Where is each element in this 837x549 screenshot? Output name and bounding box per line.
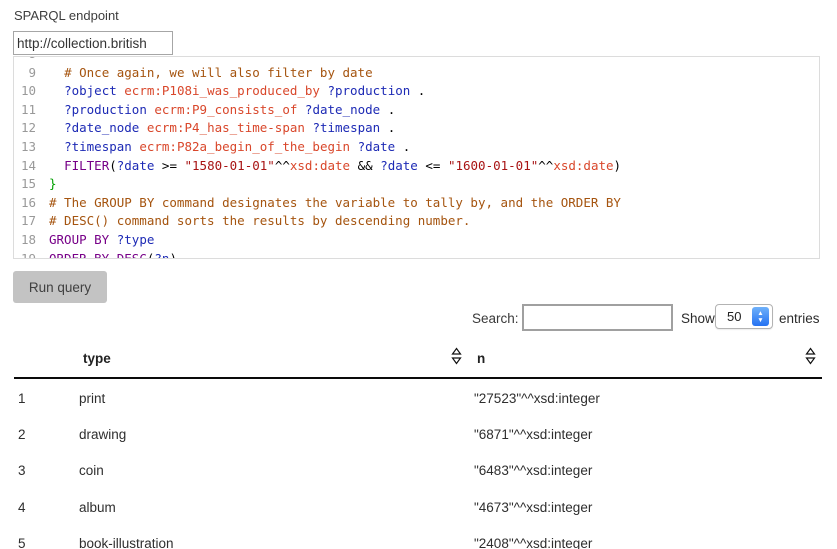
cell-type: coin [79,463,474,478]
search-label: Search: [472,311,519,326]
line-number: 17 [14,212,36,231]
code-text: ORDER BY DESC(?n) [49,250,177,259]
cell-n: "2408"^^xsd:integer [474,536,822,549]
code-line[interactable]: 17 # DESC() command sorts the results by … [14,212,819,231]
code-text: # The GROUP BY command designates the va… [49,194,621,213]
code-line[interactable]: 15} [14,175,819,194]
line-number: 9 [14,64,36,83]
code-line[interactable]: 18 GROUP BY ?type [14,231,819,250]
code-line[interactable]: 14 FILTER(?date >= "1580-01-01"^^xsd:dat… [14,157,819,176]
table-row: 4album"4673"^^xsd:integer [14,489,822,525]
cell-type: drawing [79,427,474,442]
code-editor[interactable]: 89 # Once again, we will also filter by … [13,56,820,259]
select-stepper-icon: ▲▼ [752,307,769,326]
row-index: 2 [14,427,79,442]
endpoint-input[interactable] [13,31,173,55]
row-index: 1 [14,391,79,406]
column-header-n[interactable]: n [477,351,485,366]
cell-type: print [79,391,474,406]
sort-both-icon[interactable] [805,347,816,365]
code-line[interactable]: 13 ?timespan ecrm:P82a_begin_of_the_begi… [14,138,819,157]
cell-n: "6871"^^xsd:integer [474,427,822,442]
code-text: ?timespan ecrm:P82a_begin_of_the_begin ?… [49,138,410,157]
show-entries-label: Show [681,311,715,326]
cell-n: "4673"^^xsd:integer [474,500,822,515]
line-number: 8 [14,56,36,64]
code-line[interactable]: 16 # The GROUP BY command designates the … [14,194,819,213]
endpoint-label: SPARQL endpoint [14,8,119,23]
line-number: 14 [14,157,36,176]
row-index: 5 [14,536,79,549]
row-index: 3 [14,463,79,478]
code-line[interactable]: 9 # Once again, we will also filter by d… [14,64,819,83]
code-text: FILTER(?date >= "1580-01-01"^^xsd:date &… [49,157,621,176]
code-text: # Once again, we will also filter by dat… [49,64,373,83]
table-row: 1print"27523"^^xsd:integer [14,380,822,416]
code-text: ?date_node ecrm:P4_has_time-span ?timesp… [49,119,395,138]
code-line[interactable]: 19 ORDER BY DESC(?n) [14,250,819,259]
code-line[interactable]: 11 ?production ecrm:P9_consists_of ?date… [14,101,819,120]
code-text: ?production ecrm:P9_consists_of ?date_no… [49,101,395,120]
code-text: # DESC() command sorts the results by de… [49,212,470,231]
line-number: 18 [14,231,36,250]
run-query-button[interactable]: Run query [13,271,107,303]
code-editor-lines: 89 # Once again, we will also filter by … [14,56,819,259]
sort-both-icon[interactable] [451,347,462,365]
code-text: ?object ecrm:P108i_was_produced_by ?prod… [49,82,425,101]
results-table: 1print"27523"^^xsd:integer2drawing"6871"… [14,380,822,549]
cell-type: album [79,500,474,515]
line-number: 11 [14,101,36,120]
line-number: 10 [14,82,36,101]
cell-n: "6483"^^xsd:integer [474,463,822,478]
line-number: 13 [14,138,36,157]
search-input[interactable] [522,304,673,331]
table-header-divider [14,377,822,379]
entries-label: entries [779,311,820,326]
table-row: 5book-illustration"2408"^^xsd:integer [14,526,822,549]
line-number: 19 [14,250,36,259]
code-line[interactable]: 10 ?object ecrm:P108i_was_produced_by ?p… [14,82,819,101]
code-line[interactable]: 12 ?date_node ecrm:P4_has_time-span ?tim… [14,119,819,138]
sparql-query-page: SPARQL endpoint 89 # Once again, we will… [0,0,837,549]
code-text: GROUP BY ?type [49,231,154,250]
column-header-type[interactable]: type [83,351,111,366]
row-index: 4 [14,500,79,515]
cell-type: book-illustration [79,536,474,549]
code-line[interactable]: 8 [14,56,819,64]
code-text: } [49,175,57,194]
table-row: 2drawing"6871"^^xsd:integer [14,416,822,452]
cell-n: "27523"^^xsd:integer [474,391,822,406]
line-number: 16 [14,194,36,213]
table-row: 3coin"6483"^^xsd:integer [14,453,822,489]
line-number: 15 [14,175,36,194]
page-size-value: 50 [727,309,741,324]
page-size-select[interactable]: 50 ▲▼ [715,304,773,329]
line-number: 12 [14,119,36,138]
